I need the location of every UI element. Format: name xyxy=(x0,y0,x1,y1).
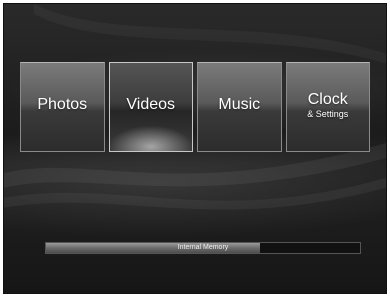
internal-memory-bar: Internal Memory xyxy=(45,242,361,254)
clock-settings-tile[interactable]: Clock & Settings xyxy=(285,62,370,152)
photos-label: Photos xyxy=(37,96,88,113)
clock-label: Clock xyxy=(307,91,348,108)
device-screen: Photos Videos Music Clock & Settings Int… xyxy=(3,3,387,294)
main-menu: Photos Videos Music Clock & Settings xyxy=(20,62,370,152)
settings-sublabel: & Settings xyxy=(307,109,349,119)
memory-label: Internal Memory xyxy=(177,244,229,251)
videos-label: Videos xyxy=(126,96,176,113)
music-label: Music xyxy=(218,96,261,113)
videos-tile[interactable]: Videos xyxy=(108,62,193,152)
music-tile[interactable]: Music xyxy=(197,62,282,152)
photos-tile[interactable]: Photos xyxy=(20,62,105,152)
